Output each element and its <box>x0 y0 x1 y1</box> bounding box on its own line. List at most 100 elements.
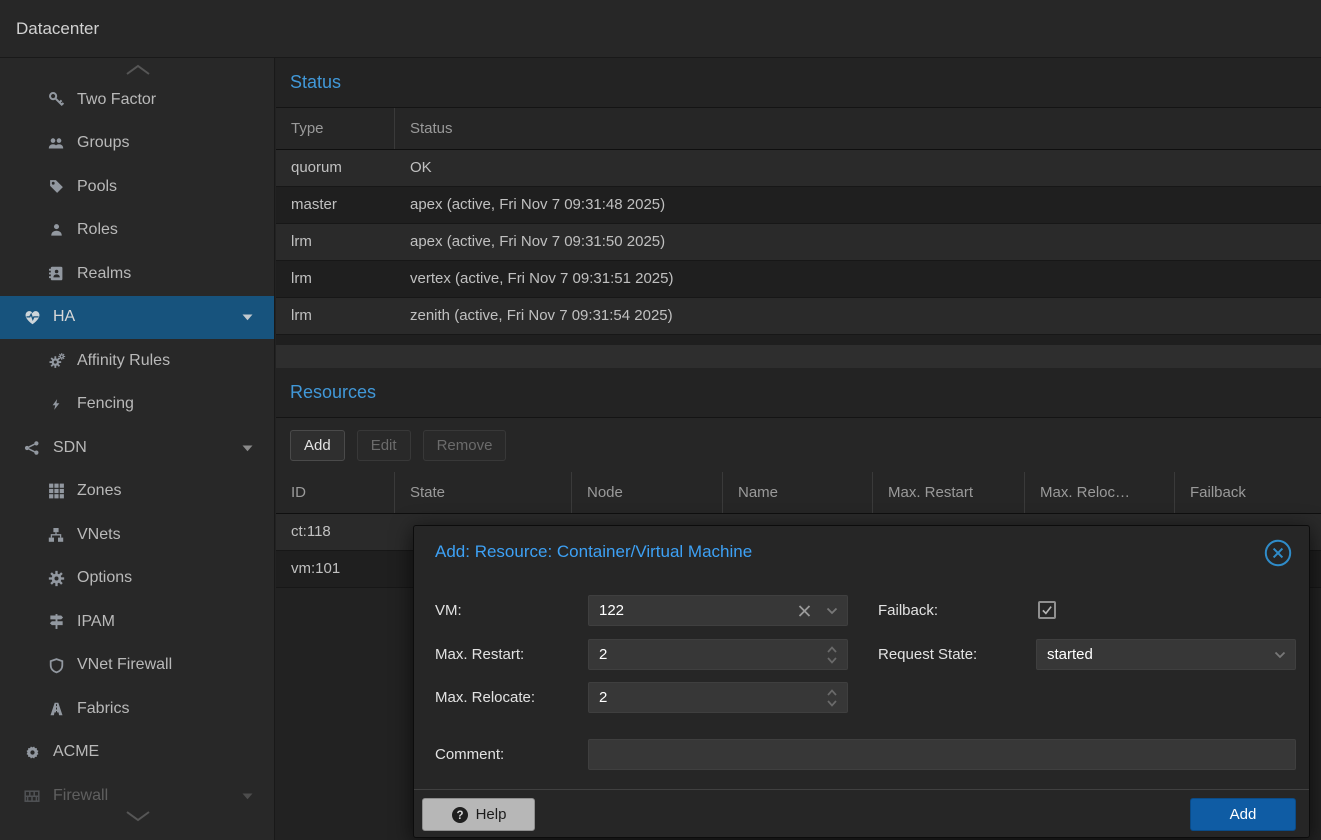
sidebar-scroll-down[interactable] <box>0 806 275 826</box>
caret-down-icon[interactable] <box>242 792 253 800</box>
sidebar-item-label: Groups <box>77 134 129 152</box>
table-row[interactable]: quorumOK <box>276 150 1321 187</box>
sidebar-item-vnets[interactable]: VNets <box>0 513 275 557</box>
sidebar-item-affinity-rules[interactable]: Affinity Rules <box>0 339 275 383</box>
status-panel: Status TypeStatus quorumOKmasterapex (ac… <box>276 58 1321 345</box>
sidebar-item-ipam[interactable]: IPAM <box>0 600 275 644</box>
table-cell: master <box>276 187 395 223</box>
bolt-icon <box>44 395 68 413</box>
comment-label: Comment: <box>435 739 504 770</box>
dialog-title: Add: Resource: Container/Virtual Machine <box>435 526 752 578</box>
sidebar-item-label: Fabrics <box>77 700 129 718</box>
clear-icon[interactable] <box>798 604 811 617</box>
column-header-name[interactable]: Name <box>723 472 873 513</box>
sidebar-scroll-up[interactable] <box>0 60 275 80</box>
sidebar-item-fabrics[interactable]: Fabrics <box>0 687 275 731</box>
page-title: Datacenter <box>16 0 99 58</box>
sidebar-item-roles[interactable]: Roles <box>0 209 275 253</box>
column-header-status[interactable]: Status <box>395 108 1321 149</box>
table-cell: vertex (active, Fri Nov 7 09:31:51 2025) <box>395 261 1321 297</box>
resources-panel-header: Resources <box>276 368 1321 418</box>
sidebar-item-label: Firewall <box>53 787 108 805</box>
add-button[interactable]: Add <box>290 430 345 461</box>
table-row[interactable]: lrmzenith (active, Fri Nov 7 09:31:54 20… <box>276 298 1321 335</box>
max-restart-input[interactable] <box>589 640 847 669</box>
column-header-node[interactable]: Node <box>572 472 723 513</box>
table-cell: OK <box>395 150 1321 186</box>
column-header-id[interactable]: ID <box>276 472 395 513</box>
road-icon <box>44 700 68 718</box>
sidebar-item-vnet-firewall[interactable]: VNet Firewall <box>0 644 275 688</box>
sidebar-item-label: ACME <box>53 743 99 761</box>
chevron-down-icon <box>123 810 153 822</box>
table-cell: lrm <box>276 298 395 334</box>
sidebar-item-label: SDN <box>53 439 87 457</box>
sidebar-item-zones[interactable]: Zones <box>0 470 275 514</box>
sidebar-item-label: Fencing <box>77 395 134 413</box>
table-cell: apex (active, Fri Nov 7 09:31:50 2025) <box>395 224 1321 260</box>
failback-checkbox[interactable] <box>1038 601 1056 619</box>
column-header-max-restart[interactable]: Max. Restart <box>873 472 1025 513</box>
address-book-icon <box>44 265 68 283</box>
help-button[interactable]: ? Help <box>422 798 535 831</box>
request-state-select[interactable]: started <box>1036 639 1296 670</box>
users-icon <box>44 134 68 152</box>
svg-text:?: ? <box>456 810 463 822</box>
column-header-state[interactable]: State <box>395 472 572 513</box>
sidebar-item-groups[interactable]: Groups <box>0 122 275 166</box>
spinner-icon[interactable] <box>826 645 838 665</box>
comment-input[interactable] <box>589 740 1295 769</box>
column-header-type[interactable]: Type <box>276 108 395 149</box>
firewall-icon <box>20 787 44 805</box>
caret-down-icon[interactable] <box>242 313 253 321</box>
user-icon <box>44 221 68 239</box>
signpost-icon <box>44 613 68 631</box>
close-icon[interactable] <box>1263 538 1293 568</box>
caret-down-icon[interactable] <box>242 444 253 452</box>
help-button-label: Help <box>476 806 507 823</box>
spinner-icon[interactable] <box>826 688 838 708</box>
table-cell: zenith (active, Fri Nov 7 09:31:54 2025) <box>395 298 1321 334</box>
sidebar-item-sdn[interactable]: SDN <box>0 426 275 470</box>
sidebar-item-label: Options <box>77 569 132 587</box>
sidebar-item-label: Pools <box>77 178 117 196</box>
sidebar-item-label: VNets <box>77 526 121 544</box>
sidebar-item-acme[interactable]: ACME <box>0 731 275 775</box>
sidebar-item-options[interactable]: Options <box>0 557 275 601</box>
table-cell: quorum <box>276 150 395 186</box>
sidebar-item-pools[interactable]: Pools <box>0 165 275 209</box>
top-bar: Datacenter <box>0 0 1321 58</box>
comment-field <box>588 739 1296 770</box>
status-title: Status <box>290 72 341 93</box>
remove-button: Remove <box>423 430 507 461</box>
resources-table-header: IDStateNodeNameMax. RestartMax. Reloc…Fa… <box>276 472 1321 514</box>
sidebar-nav: Two Factor Groups Pools Roles Realms HAAffini… <box>0 78 275 820</box>
sidebar-item-realms[interactable]: Realms <box>0 252 275 296</box>
request-state-value: started <box>1047 640 1093 669</box>
sidebar-item-fencing[interactable]: Fencing <box>0 383 275 427</box>
sidebar-item-label: IPAM <box>77 613 115 631</box>
add-button-label: Add <box>1230 806 1257 823</box>
shield-icon <box>44 656 68 674</box>
table-row[interactable]: lrmvertex (active, Fri Nov 7 09:31:51 20… <box>276 261 1321 298</box>
chevron-up-icon <box>123 64 153 76</box>
add-button[interactable]: Add <box>1190 798 1296 831</box>
column-header-failback[interactable]: Failback <box>1175 472 1321 513</box>
column-header-max-reloc-[interactable]: Max. Reloc… <box>1025 472 1175 513</box>
sidebar-item-label: Realms <box>77 265 131 283</box>
gears-icon <box>44 352 68 370</box>
sidebar-item-ha[interactable]: HA <box>0 296 275 340</box>
chevron-down-icon[interactable] <box>826 607 838 615</box>
add-resource-dialog: Add: Resource: Container/Virtual Machine… <box>413 525 1310 838</box>
tag-icon <box>44 178 68 196</box>
chevron-down-icon[interactable] <box>1274 651 1286 659</box>
heartbeat-icon <box>20 308 44 326</box>
sidebar-item-two-factor[interactable]: Two Factor <box>0 78 275 122</box>
table-row[interactable]: lrmapex (active, Fri Nov 7 09:31:50 2025… <box>276 224 1321 261</box>
table-row[interactable]: masterapex (active, Fri Nov 7 09:31:48 2… <box>276 187 1321 224</box>
table-cell: vm:101 <box>276 551 395 587</box>
max-relocate-input[interactable] <box>589 683 847 712</box>
vm-label: VM: <box>435 595 462 626</box>
status-table-body: quorumOKmasterapex (active, Fri Nov 7 09… <box>276 150 1321 335</box>
dialog-footer: ? Help Add <box>414 789 1309 837</box>
